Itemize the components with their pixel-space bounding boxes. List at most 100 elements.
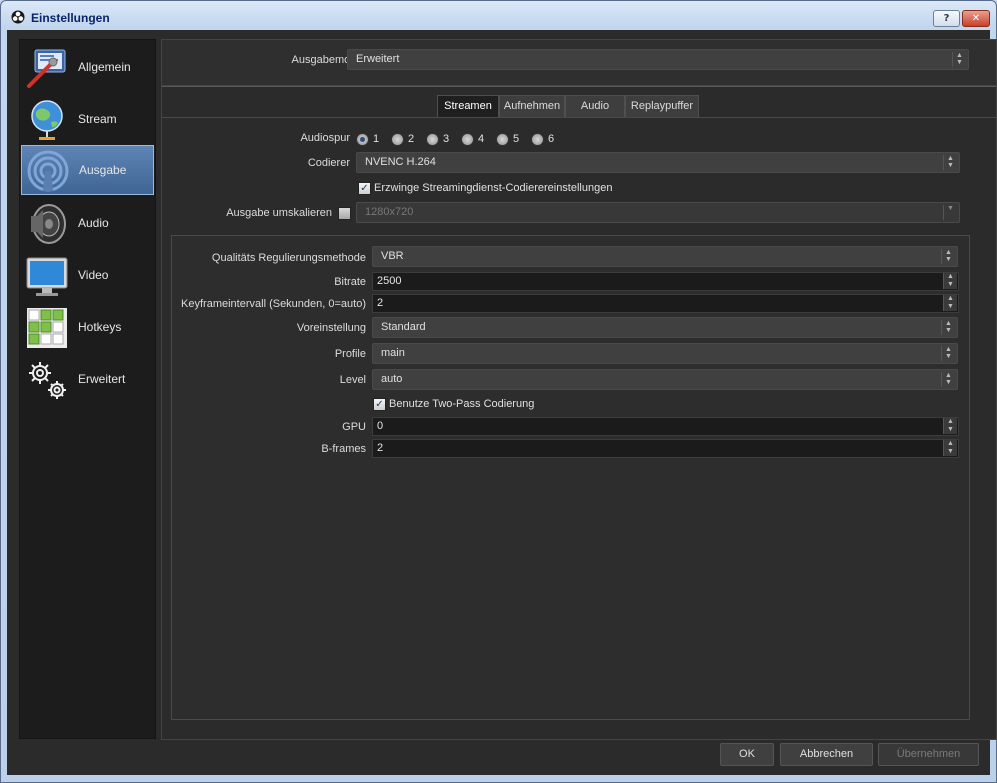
audiotrack-option-label: 3	[443, 133, 450, 145]
rescale-label: Ausgabe umskalieren	[226, 207, 332, 219]
two-pass-label: Benutze Two-Pass Codierung	[389, 398, 535, 410]
sidebar-item-video[interactable]: Video	[21, 251, 154, 301]
output-mode-panel: Ausgabemodus Erweitert ▲ ▼	[161, 39, 997, 85]
chevron-updown-icon: ▲ ▼	[941, 320, 955, 335]
chevron-updown-icon: ▲ ▼	[952, 52, 966, 67]
gpu-label: GPU	[342, 421, 366, 433]
gpu-spinbox[interactable]: 0 ▲ ▼	[372, 417, 959, 436]
tab-audio[interactable]: Audio	[565, 95, 625, 117]
audiotrack-radio-1[interactable]	[356, 133, 369, 146]
sidebar-item-label: Hotkeys	[78, 320, 122, 334]
help-button[interactable]: ?	[933, 10, 960, 27]
gpu-value: 0	[377, 420, 384, 432]
keyboard-icon	[27, 308, 67, 348]
obs-app-icon	[11, 10, 25, 24]
output-mode-select[interactable]: Erweitert ▲ ▼	[347, 49, 969, 70]
chevron-updown-icon: ▲ ▼	[941, 372, 955, 387]
sidebar-item-stream[interactable]: Stream	[21, 95, 154, 145]
audiotrack-radio-5[interactable]	[496, 133, 509, 146]
level-label: Level	[339, 374, 366, 386]
output-mode-value: Erweitert	[356, 53, 400, 65]
bframes-value: 2	[377, 442, 384, 454]
ok-button[interactable]: OK	[720, 743, 774, 766]
audiotrack-radio-3[interactable]	[426, 133, 439, 146]
sidebar-item-label: Erweitert	[78, 372, 126, 386]
rescale-resolution-select: 1280x720 ▼	[356, 202, 960, 223]
rate-control-value: VBR	[381, 250, 404, 262]
audiotrack-label: Audiospur	[300, 132, 350, 144]
audiotrack-option-label: 2	[408, 133, 415, 145]
keyframe-spinbox[interactable]: 2 ▲ ▼	[372, 294, 959, 313]
sidebar-item-label: Stream	[78, 112, 117, 126]
tab-aufnehmen[interactable]: Aufnehmen	[499, 95, 565, 117]
preset-label: Voreinstellung	[296, 322, 366, 334]
keyframe-value: 2	[377, 297, 384, 309]
chevron-updown-icon: ▲ ▼	[943, 155, 957, 170]
dialog-button-bar: OK Abbrechen Übernehmen	[7, 741, 990, 776]
sidebar-item-allgemein[interactable]: Allgemein	[21, 43, 154, 93]
audiotrack-radio-6[interactable]	[531, 133, 544, 146]
tab-underline	[162, 117, 996, 118]
audiotrack-radio-4[interactable]	[461, 133, 474, 146]
preset-value: Standard	[381, 321, 426, 333]
output-settings-panel: Streamen Aufnehmen Audio Replaypuffer Au…	[161, 85, 997, 740]
settings-window: Einstellungen ? ✕ Allgemein Stream Ausga…	[0, 0, 997, 783]
bitrate-value: 2500	[377, 275, 402, 287]
rescale-value: 1280x720	[365, 206, 414, 218]
bitrate-spinbox[interactable]: 2500 ▲ ▼	[372, 272, 959, 291]
profile-value: main	[381, 347, 405, 359]
spin-arrows-icon[interactable]: ▲ ▼	[943, 295, 957, 311]
sidebar-item-label: Ausgabe	[79, 163, 127, 177]
dialog-client-area: Allgemein Stream Ausgabe Audio Video Hot…	[7, 30, 997, 775]
apply-button[interactable]: Übernehmen	[878, 743, 979, 766]
cancel-button[interactable]: Abbrechen	[780, 743, 873, 766]
encoder-value: NVENC H.264	[365, 156, 436, 168]
sidebar-item-label: Allgemein	[78, 60, 131, 74]
enforce-settings-label: Erzwinge Streamingdienst-Codierereinstel…	[374, 182, 613, 194]
spin-arrows-icon[interactable]: ▲ ▼	[943, 440, 957, 456]
preset-select[interactable]: Standard ▲ ▼	[372, 317, 958, 338]
audiotrack-option-label: 5	[513, 133, 520, 145]
spin-arrows-icon[interactable]: ▲ ▼	[943, 273, 957, 289]
sidebar-item-hotkeys[interactable]: Hotkeys	[21, 303, 154, 353]
speaker-icon	[31, 204, 66, 244]
bframes-spinbox[interactable]: 2 ▲ ▼	[372, 439, 959, 458]
sidebar-item-ausgabe[interactable]: Ausgabe	[21, 145, 154, 195]
chevron-down-icon: ▼	[943, 205, 957, 220]
encoder-select[interactable]: NVENC H.264 ▲ ▼	[356, 152, 960, 173]
gears-icon	[29, 362, 66, 399]
profile-select[interactable]: main ▲ ▼	[372, 343, 958, 364]
encoder-settings-group: Qualitäts Regulierungsmethode VBR ▲ ▼ Bit…	[171, 235, 970, 720]
bitrate-label: Bitrate	[334, 276, 366, 288]
general-icon	[27, 49, 66, 88]
tab-streamen[interactable]: Streamen	[437, 95, 499, 117]
profile-label: Profile	[334, 348, 366, 360]
audiotrack-option-label: 6	[548, 133, 555, 145]
rescale-checkbox[interactable]	[338, 207, 351, 220]
monitor-icon	[26, 257, 68, 296]
rate-control-select[interactable]: VBR ▲ ▼	[372, 246, 958, 267]
title-bar[interactable]: Einstellungen ? ✕	[1, 1, 996, 29]
globe-icon	[31, 100, 63, 140]
audiotrack-radio-2[interactable]	[391, 133, 404, 146]
chevron-updown-icon: ▲ ▼	[941, 249, 955, 264]
spin-arrows-icon[interactable]: ▲ ▼	[943, 418, 957, 434]
chevron-updown-icon: ▲ ▼	[941, 346, 955, 361]
enforce-settings-checkbox[interactable]: ✓	[358, 182, 371, 195]
broadcast-icon	[27, 150, 69, 192]
sidebar-item-label: Audio	[78, 216, 109, 230]
audiotrack-option-label: 4	[478, 133, 485, 145]
window-title: Einstellungen	[31, 11, 110, 25]
close-button[interactable]: ✕	[962, 10, 990, 27]
bframes-label: B-frames	[321, 443, 366, 455]
sidebar-item-label: Video	[78, 268, 109, 282]
sidebar-item-audio[interactable]: Audio	[21, 199, 154, 249]
sidebar-item-erweitert[interactable]: Erweitert	[21, 355, 154, 405]
audiotrack-option-label: 1	[373, 133, 380, 145]
level-value: auto	[381, 373, 403, 385]
tab-replaypuffer[interactable]: Replaypuffer	[625, 95, 699, 117]
level-select[interactable]: auto ▲ ▼	[372, 369, 958, 390]
encoder-label: Codierer	[307, 157, 350, 169]
settings-sidebar: Allgemein Stream Ausgabe Audio Video Hot…	[19, 39, 156, 739]
two-pass-checkbox[interactable]: ✓	[373, 398, 386, 411]
